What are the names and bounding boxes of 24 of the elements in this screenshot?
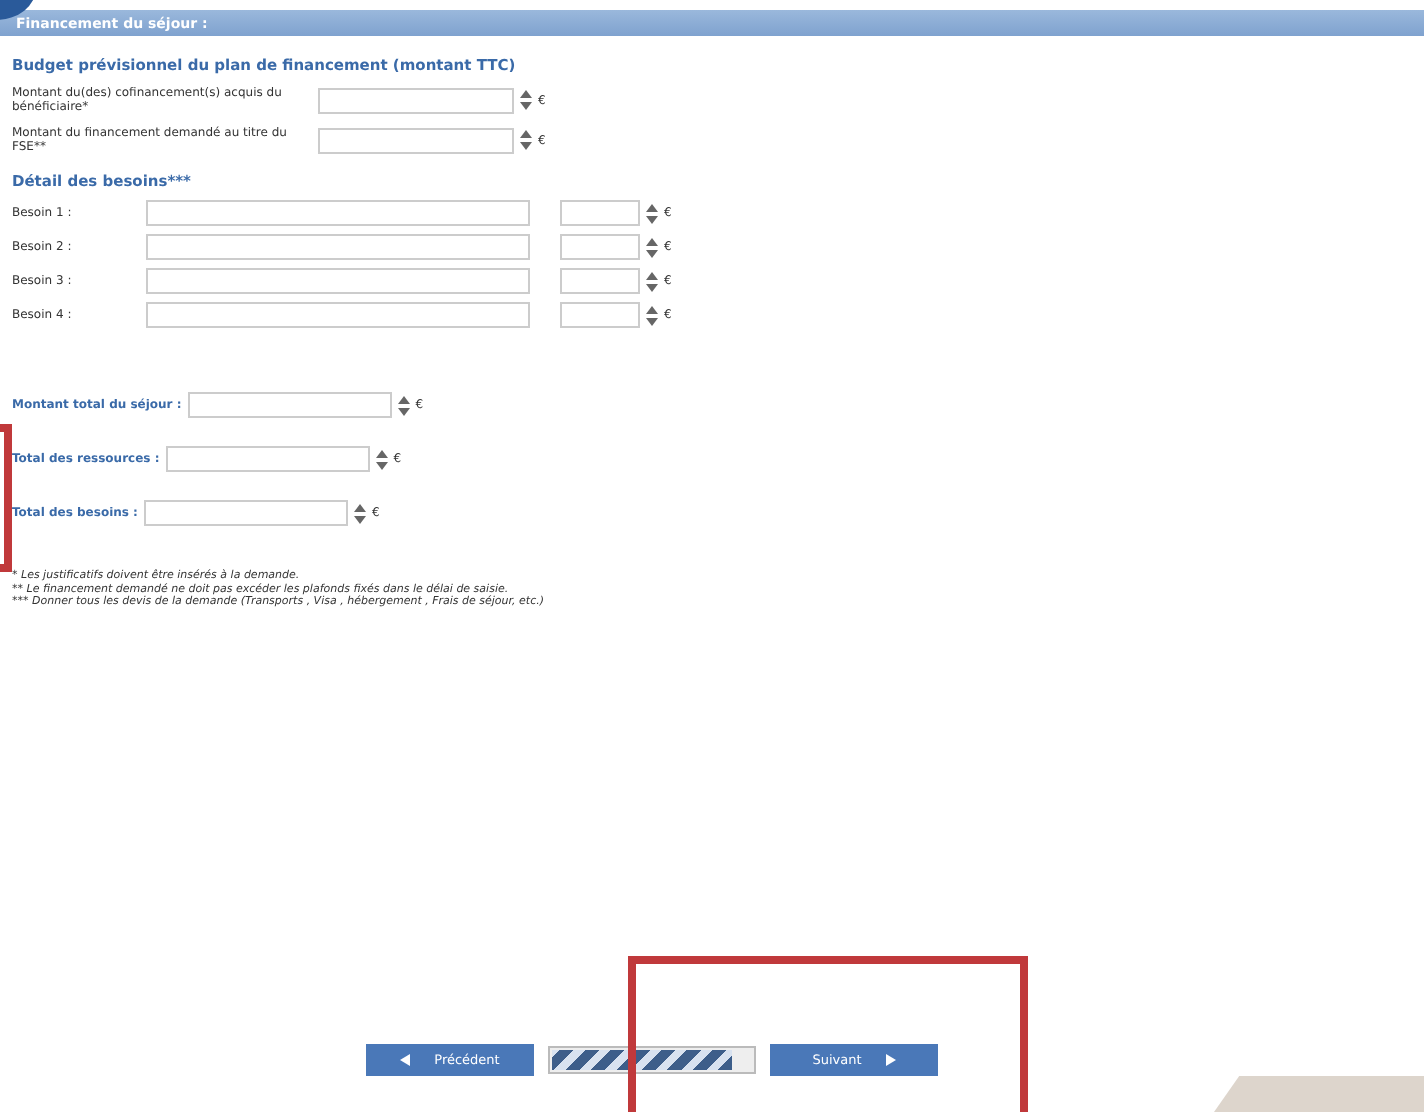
amount-field[interactable] <box>560 302 640 328</box>
amount-field[interactable] <box>560 200 640 226</box>
amount-field[interactable] <box>165 446 370 472</box>
spinner-icon[interactable] <box>353 503 366 523</box>
spinner-icon[interactable] <box>646 305 658 325</box>
forward-icon <box>885 1054 896 1066</box>
spinner-icon[interactable] <box>375 449 388 469</box>
spinner-icon[interactable] <box>646 237 658 257</box>
spinner-icon[interactable] <box>646 271 658 291</box>
spinner-icon[interactable] <box>397 395 410 415</box>
amount-field[interactable] <box>318 87 514 113</box>
need-field[interactable] <box>146 302 530 328</box>
amount-field[interactable] <box>318 127 514 153</box>
amount-field[interactable] <box>560 234 640 260</box>
spinner-icon[interactable] <box>646 203 658 223</box>
need-field[interactable] <box>146 234 530 260</box>
spinner-icon[interactable] <box>520 90 532 110</box>
need-field[interactable] <box>146 268 530 294</box>
need-field[interactable] <box>146 200 530 226</box>
amount-field[interactable] <box>560 268 640 294</box>
spinner-icon[interactable] <box>520 130 532 150</box>
back-icon <box>400 1054 411 1066</box>
amount-field[interactable] <box>143 500 348 526</box>
amount-field[interactable] <box>187 392 392 418</box>
